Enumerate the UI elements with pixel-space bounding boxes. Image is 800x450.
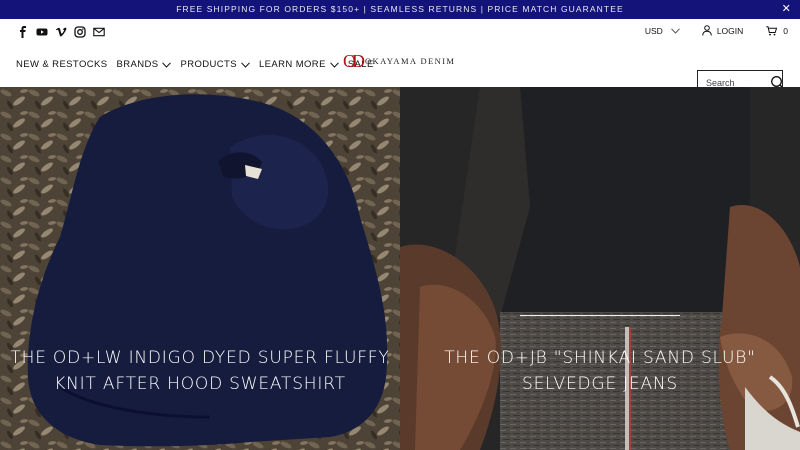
nav-learn-more[interactable]: LEARN MORE: [259, 59, 339, 70]
cart-count: 0: [783, 25, 788, 36]
cart-link[interactable]: 0: [766, 26, 788, 36]
currency-label: USD: [644, 25, 663, 36]
logo-mark: OD: [343, 51, 365, 71]
chevron-down-icon: [162, 61, 172, 68]
nav-products[interactable]: PRODUCTS: [180, 59, 250, 70]
instagram-icon[interactable]: [73, 25, 86, 38]
chevron-down-icon: [329, 61, 339, 68]
youtube-icon[interactable]: [35, 25, 48, 38]
hero-caption-left: THE OD+LW INDIGO DYED SUPER FLUFFY KNIT …: [10, 348, 390, 394]
nav-label: LEARN MORE: [258, 59, 326, 70]
user-icon: [702, 25, 712, 36]
hero-caption-underline: [520, 315, 680, 316]
nav-brands[interactable]: BRANDS: [116, 59, 172, 70]
facebook-icon[interactable]: [16, 25, 29, 38]
utility-nav: USD LOGIN 0: [645, 25, 788, 36]
nav-label: NEW & RESTOCKS: [16, 59, 108, 70]
announcement-bar: FREE SHIPPING FOR ORDERS $150+ | SEAMLES…: [0, 0, 800, 19]
email-icon[interactable]: [92, 25, 105, 38]
login-link[interactable]: LOGIN: [702, 25, 743, 36]
chevron-down-icon: [670, 27, 680, 34]
social-links: [16, 25, 105, 38]
close-icon[interactable]: ✕: [782, 0, 792, 19]
nav-new-restocks[interactable]: NEW & RESTOCKS: [16, 59, 107, 70]
site-header: NEW & RESTOCKS BRANDS PRODUCTS LEARN MOR…: [0, 19, 800, 96]
chevron-down-icon: [241, 61, 250, 68]
logo-text: OKAYAMA DENIM: [365, 56, 456, 66]
site-logo[interactable]: OD OKAYAMA DENIM: [343, 52, 455, 70]
hero-caption-right: THE OD+JB "SHINKAI SAND SLUB" SELVEDGE J…: [444, 348, 756, 394]
currency-selector[interactable]: USD: [645, 26, 680, 36]
hero-jeans-banner[interactable]: THE OD+JB "SHINKAI SAND SLUB" SELVEDGE J…: [400, 87, 800, 450]
vimeo-icon[interactable]: [54, 25, 67, 38]
announcement-text: FREE SHIPPING FOR ORDERS $150+ | SEAMLES…: [176, 4, 624, 14]
login-label: LOGIN: [716, 25, 744, 36]
hero-sweatshirt-banner[interactable]: THE OD+LW INDIGO DYED SUPER FLUFFY KNIT …: [0, 87, 400, 450]
main-nav: NEW & RESTOCKS BRANDS PRODUCTS LEARN MOR…: [16, 59, 374, 70]
cart-icon: [766, 25, 778, 35]
nav-label: PRODUCTS: [180, 59, 237, 70]
nav-label: BRANDS: [116, 59, 159, 70]
